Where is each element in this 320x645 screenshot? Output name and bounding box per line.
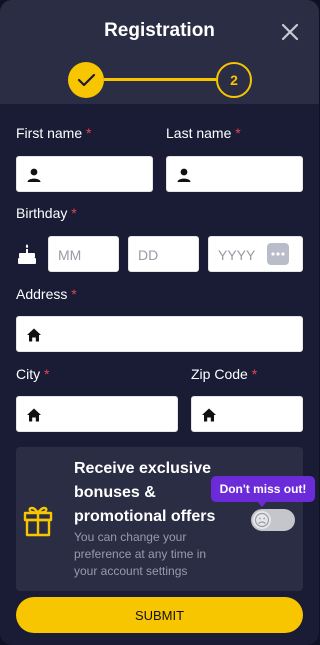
registration-modal: Registration 2 First name * Last name * <box>0 0 319 645</box>
step-2-indicator: 2 <box>216 62 252 98</box>
cake-icon <box>18 244 36 264</box>
step-connector <box>104 78 216 81</box>
last-name-field[interactable] <box>166 156 303 192</box>
address-label: Address * <box>16 286 77 302</box>
address-label-text: Address <box>16 286 68 302</box>
month-placeholder: MM <box>58 247 82 263</box>
first-name-field[interactable] <box>16 156 153 192</box>
city-label: City * <box>16 366 49 382</box>
birthday-label-text: Birthday <box>16 205 68 221</box>
required-marker: * <box>251 366 258 382</box>
required-marker: * <box>86 125 92 141</box>
year-placeholder: YYYY <box>218 247 256 263</box>
required-marker: * <box>235 125 241 141</box>
first-name-label: First name * <box>16 125 91 141</box>
home-icon <box>202 408 216 422</box>
day-placeholder: DD <box>138 247 159 263</box>
home-icon <box>27 328 41 342</box>
required-marker: * <box>71 286 77 302</box>
city-label-text: City <box>16 366 41 382</box>
gift-icon <box>23 506 53 537</box>
zip-code-label: Zip Code * <box>191 366 257 382</box>
person-icon <box>27 168 41 182</box>
birth-month-field[interactable]: MM <box>48 236 119 272</box>
zip-code-label-text: Zip Code <box>191 366 248 382</box>
birthday-label: Birthday * <box>16 205 77 221</box>
city-field[interactable] <box>16 396 178 432</box>
birth-year-field[interactable]: YYYY <box>208 236 303 272</box>
home-icon <box>27 408 41 422</box>
close-icon[interactable] <box>279 21 301 43</box>
zip-code-field[interactable] <box>191 396 303 432</box>
sad-face-icon <box>254 512 270 528</box>
modal-header: Registration 2 <box>0 0 319 104</box>
first-name-label-text: First name <box>16 125 83 141</box>
address-field[interactable] <box>16 316 303 352</box>
required-marker: * <box>71 205 77 221</box>
toggle-knob[interactable] <box>253 511 271 529</box>
dont-miss-out-tooltip: Don't miss out! <box>211 476 315 502</box>
promo-subtitle: You can change your preference at any ti… <box>74 530 207 578</box>
tooltip-arrow <box>257 501 267 507</box>
promo-opt-in-toggle[interactable] <box>251 509 295 531</box>
step-1-complete <box>68 62 104 98</box>
required-marker: * <box>44 366 50 382</box>
last-name-label-text: Last name <box>166 125 232 141</box>
birth-day-field[interactable]: DD <box>128 236 199 272</box>
submit-button[interactable]: SUBMIT <box>16 597 303 633</box>
last-name-label: Last name * <box>166 125 241 141</box>
person-icon <box>177 168 191 182</box>
calendar-icon[interactable] <box>267 243 289 265</box>
promo-title: Receive exclusive bonuses & promotional … <box>74 460 216 525</box>
modal-title: Registration <box>104 20 215 41</box>
check-icon <box>77 73 96 87</box>
